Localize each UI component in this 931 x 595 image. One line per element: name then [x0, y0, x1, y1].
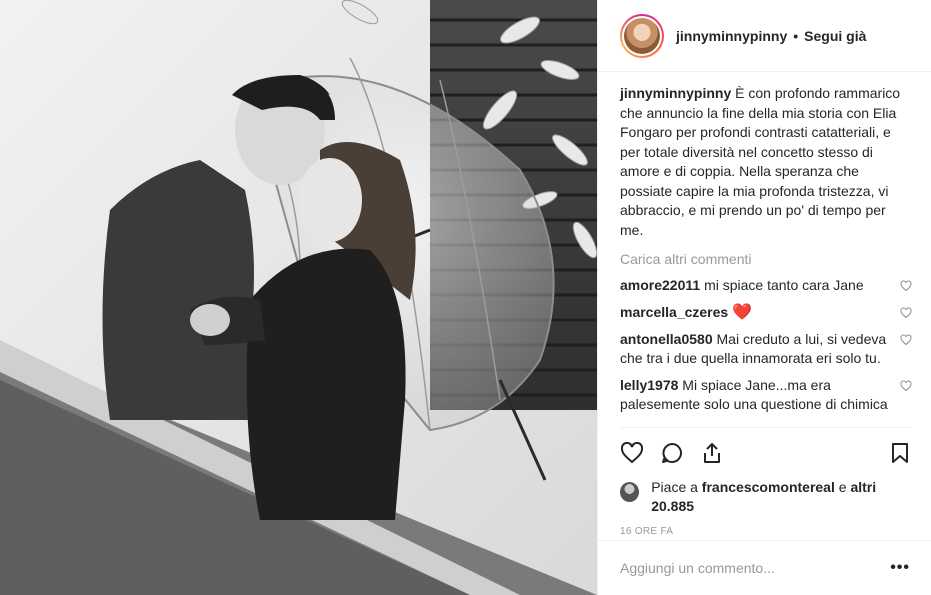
- heart-icon[interactable]: [620, 441, 644, 465]
- comments-section: jinnyminnypinny È con profondo rammarico…: [620, 84, 912, 414]
- likes-text: Piace a francescomontereal e altri 20.88…: [651, 478, 912, 516]
- post-actions-area: Piace a francescomontereal e altri 20.88…: [620, 427, 912, 537]
- post-photo[interactable]: [0, 0, 597, 595]
- comment-text: mi spiace tanto cara Jane: [704, 277, 864, 293]
- comment-username[interactable]: amore22011: [620, 277, 700, 293]
- bookmark-icon[interactable]: [888, 441, 912, 465]
- action-bar: [620, 428, 912, 478]
- post-header: jinnyminnypinny • Segui già: [598, 0, 931, 72]
- avatar-image: [624, 17, 660, 54]
- heart-icon[interactable]: [900, 380, 912, 392]
- comment-text: ❤️: [732, 304, 753, 321]
- avatar[interactable]: [620, 13, 664, 58]
- caption-text: È con profondo rammarico che annuncio la…: [620, 85, 901, 238]
- liker-avatar[interactable]: [620, 482, 640, 502]
- post-side-panel: jinnyminnypinny • Segui già jinnyminnypi…: [597, 0, 931, 595]
- comment-username[interactable]: lelly1978: [620, 377, 678, 393]
- instagram-post: jinnyminnypinny • Segui già jinnyminnypi…: [0, 0, 931, 595]
- caption: jinnyminnypinny È con profondo rammarico…: [620, 84, 912, 240]
- post-timestamp[interactable]: 16 ORE FA: [620, 526, 912, 537]
- more-options-button[interactable]: •••: [890, 559, 910, 577]
- couple-umbrella-photo: [0, 0, 597, 595]
- header-separator: •: [793, 27, 799, 44]
- likes-prefix: Piace a: [651, 479, 698, 495]
- add-comment-bar: •••: [598, 540, 931, 595]
- load-more-comments-button[interactable]: Carica altri commenti: [620, 250, 912, 268]
- comment-item: antonella0580 Mai creduto a lui, si vede…: [620, 330, 912, 368]
- comment-item: lelly1978 Mi spiace Jane...ma era palese…: [620, 376, 912, 414]
- likes-summary: Piace a francescomontereal e altri 20.88…: [620, 478, 912, 516]
- likes-connector: e: [838, 479, 847, 495]
- liker-username[interactable]: francescomontereal: [702, 479, 835, 495]
- heart-icon[interactable]: [900, 307, 912, 319]
- following-button[interactable]: Segui già: [804, 28, 866, 44]
- comment-username[interactable]: marcella_czeres: [620, 304, 728, 320]
- avatar-frame: [622, 15, 662, 56]
- header-username[interactable]: jinnyminnypinny: [676, 28, 787, 44]
- comment-icon[interactable]: [660, 441, 684, 465]
- caption-username[interactable]: jinnyminnypinny: [620, 85, 731, 101]
- comment-item: amore22011 mi spiace tanto cara Jane: [620, 276, 912, 295]
- share-icon[interactable]: [700, 441, 724, 465]
- comment-input[interactable]: [620, 560, 891, 576]
- heart-icon[interactable]: [900, 334, 912, 346]
- comment-item: marcella_czeres ❤️: [620, 303, 912, 322]
- comment-username[interactable]: antonella0580: [620, 331, 713, 347]
- heart-icon[interactable]: [900, 280, 912, 292]
